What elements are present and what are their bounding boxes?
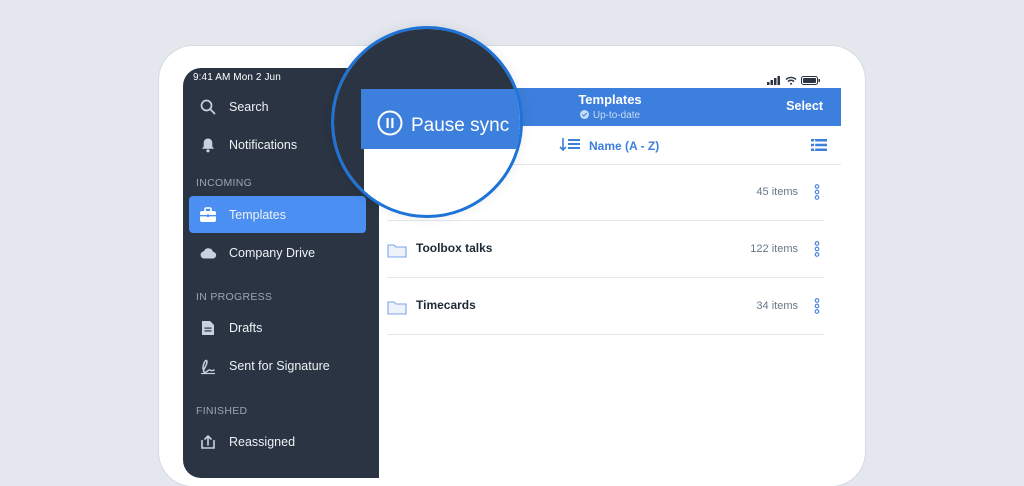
folder-icon bbox=[387, 299, 407, 320]
list-item[interactable]: Toolbox talks 122 items bbox=[387, 221, 824, 278]
sidebar-item-company-drive[interactable]: Company Drive bbox=[189, 234, 366, 271]
sidebar-item-sent-for-signature[interactable]: Sent for Signature bbox=[189, 347, 366, 384]
bell-icon bbox=[199, 136, 217, 154]
sidebar-item-label: Templates bbox=[229, 207, 286, 222]
sidebar-item-label: Notifications bbox=[229, 137, 298, 152]
list-item[interactable]: Timecards 34 items bbox=[387, 278, 824, 335]
pause-icon bbox=[377, 110, 403, 141]
section-finished: FINISHED bbox=[196, 405, 248, 417]
item-count: 34 items bbox=[756, 300, 798, 312]
reassign-icon bbox=[199, 433, 217, 451]
sort-label: Name (A - Z) bbox=[589, 138, 660, 153]
view-list-icon[interactable] bbox=[811, 138, 827, 157]
magnified-sidebar bbox=[334, 29, 364, 215]
select-button[interactable]: Select bbox=[786, 99, 823, 113]
sort-button[interactable]: Name (A - Z) bbox=[559, 137, 659, 154]
sidebar-item-drafts[interactable]: Drafts bbox=[189, 309, 366, 346]
sidebar-item-reassigned[interactable]: Reassigned bbox=[189, 423, 366, 460]
section-in-progress: IN PROGRESS bbox=[196, 291, 273, 303]
document-icon bbox=[199, 319, 217, 337]
pause-sync-label: Pause sync bbox=[411, 114, 510, 136]
search-icon bbox=[199, 98, 217, 116]
check-circle-icon bbox=[579, 110, 589, 122]
more-options-icon[interactable] bbox=[814, 241, 820, 262]
magnifier-callout: Pause sync bbox=[331, 26, 523, 218]
more-options-icon[interactable] bbox=[814, 298, 820, 319]
status-time: 9:41 AM Mon 2 Jun bbox=[193, 72, 281, 83]
sidebar-item-label: Drafts bbox=[229, 320, 263, 335]
sync-status-text: Up-to-date bbox=[592, 110, 641, 121]
sort-icon bbox=[559, 137, 581, 154]
section-incoming: INCOMING bbox=[196, 177, 253, 189]
cloud-icon bbox=[199, 244, 217, 262]
more-options-icon[interactable] bbox=[814, 184, 820, 205]
folder-icon bbox=[387, 242, 407, 263]
briefcase-icon bbox=[199, 206, 217, 224]
sidebar-item-label: Reassigned bbox=[229, 434, 296, 449]
signature-icon bbox=[199, 357, 217, 375]
sidebar-item-label: Sent for Signature bbox=[229, 358, 330, 373]
folder-name: Toolbox talks bbox=[416, 241, 493, 255]
item-count: 45 items bbox=[756, 186, 798, 198]
pause-sync-button[interactable]: Pause sync bbox=[377, 110, 509, 141]
sidebar-item-label: Search bbox=[229, 99, 269, 114]
item-count: 122 items bbox=[750, 243, 798, 255]
folder-name: Timecards bbox=[416, 298, 476, 312]
sidebar-item-label: Company Drive bbox=[229, 245, 316, 260]
magnified-status-area bbox=[364, 29, 520, 89]
